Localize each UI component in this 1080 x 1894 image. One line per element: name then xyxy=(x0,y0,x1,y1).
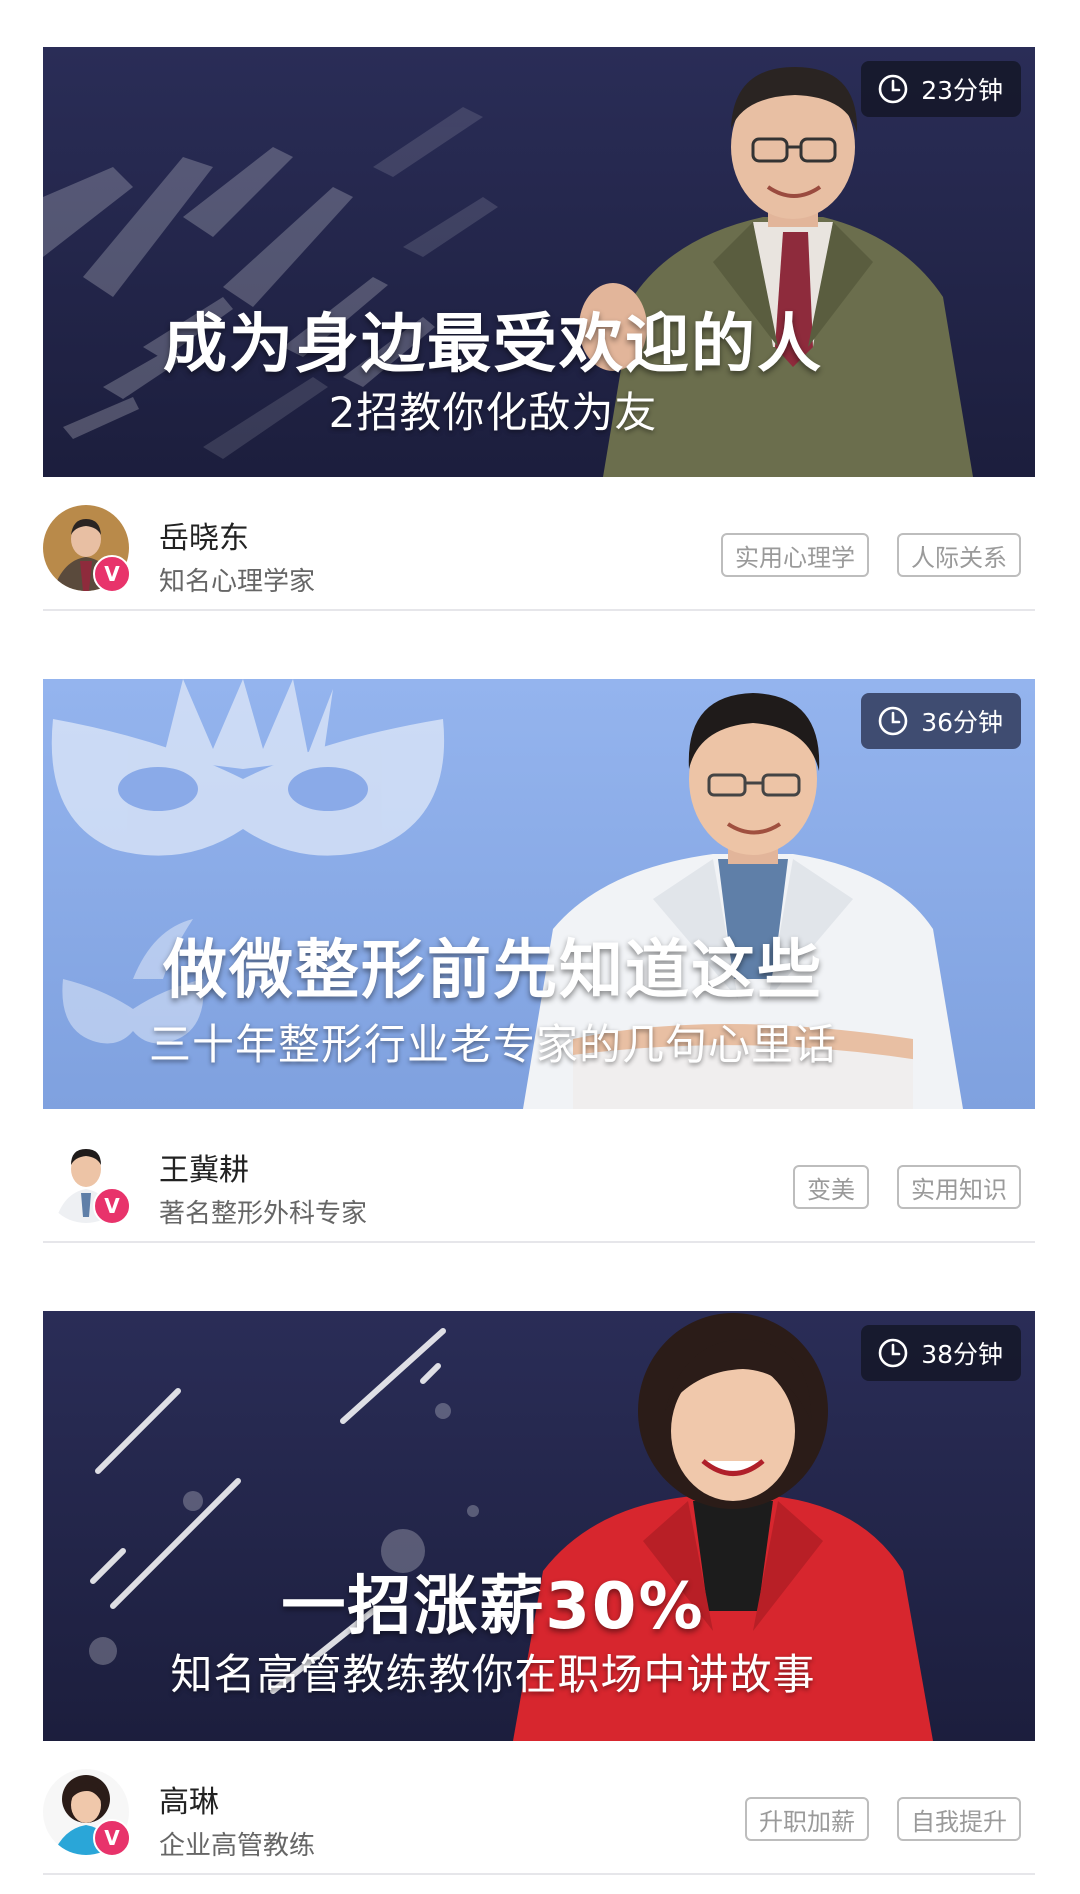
author-title: 著名整形外科专家 xyxy=(159,1199,368,1229)
tag-chip[interactable]: 升职加薪 xyxy=(745,1797,869,1841)
course-headline: 成为身边最受欢迎的人 xyxy=(163,308,823,382)
tag-chip[interactable]: 自我提升 xyxy=(897,1797,1021,1841)
author-avatar[interactable]: V xyxy=(43,1769,131,1857)
author-name[interactable]: 王冀耕 xyxy=(159,1145,249,1189)
course-headline: 一招涨薪30% xyxy=(281,1570,705,1644)
duration-text: 38分钟 xyxy=(921,1340,1003,1369)
tag-chip[interactable]: 实用心理学 xyxy=(721,533,869,577)
author-name[interactable]: 高琳 xyxy=(159,1777,219,1821)
duration-badge: 38分钟 xyxy=(861,1325,1021,1381)
author-name[interactable]: 岳晓东 xyxy=(159,513,249,557)
tag-list: 变美 实用知识 xyxy=(793,1165,1021,1209)
tag-chip[interactable]: 变美 xyxy=(793,1165,869,1209)
author-avatar[interactable]: V xyxy=(43,1137,131,1225)
author-row: V 高琳 企业高管教练 升职加薪 自我提升 xyxy=(43,1741,1035,1875)
course-banner[interactable]: 23分钟 成为身边最受欢迎的人 2招教你化敌为友 xyxy=(43,47,1035,477)
tag-list: 升职加薪 自我提升 xyxy=(745,1797,1021,1841)
course-card[interactable]: 23分钟 成为身边最受欢迎的人 2招教你化敌为友 V 岳晓东 知名心理学家 实用… xyxy=(43,47,1035,611)
duration-badge: 23分钟 xyxy=(861,61,1021,117)
clock-icon xyxy=(878,1338,908,1368)
duration-text: 36分钟 xyxy=(921,708,1003,737)
course-headline: 做微整形前先知道这些 xyxy=(163,934,823,1008)
tag-list: 实用心理学 人际关系 xyxy=(721,533,1021,577)
course-subline: 三十年整形行业老专家的几句心里话 xyxy=(148,1020,837,1069)
author-title: 企业高管教练 xyxy=(159,1831,316,1861)
course-banner[interactable]: 38分钟 一招涨薪30% 知名高管教练教你在职场中讲故事 xyxy=(43,1311,1035,1741)
course-card[interactable]: 36分钟 做微整形前先知道这些 三十年整形行业老专家的几句心里话 V 王冀耕 著… xyxy=(43,679,1035,1243)
verified-v-badge: V xyxy=(93,555,131,593)
duration-text: 23分钟 xyxy=(921,76,1003,105)
tag-chip[interactable]: 人际关系 xyxy=(897,533,1021,577)
author-row: V 岳晓东 知名心理学家 实用心理学 人际关系 xyxy=(43,477,1035,611)
author-title: 知名心理学家 xyxy=(159,567,316,597)
clock-icon xyxy=(878,74,908,104)
course-subline: 2招教你化敌为友 xyxy=(328,388,658,437)
course-card[interactable]: 38分钟 一招涨薪30% 知名高管教练教你在职场中讲故事 V 高琳 企业高管教练… xyxy=(43,1311,1035,1875)
course-feed: 23分钟 成为身边最受欢迎的人 2招教你化敌为友 V 岳晓东 知名心理学家 实用… xyxy=(0,0,1080,1894)
verified-v-badge: V xyxy=(93,1187,131,1225)
course-subline: 知名高管教练教你在职场中讲故事 xyxy=(170,1650,816,1699)
tag-chip[interactable]: 实用知识 xyxy=(897,1165,1021,1209)
duration-badge: 36分钟 xyxy=(861,693,1021,749)
verified-v-badge: V xyxy=(93,1819,131,1857)
clock-icon xyxy=(878,706,908,736)
author-row: V 王冀耕 著名整形外科专家 变美 实用知识 xyxy=(43,1109,1035,1243)
author-avatar[interactable]: V xyxy=(43,505,131,593)
course-banner[interactable]: 36分钟 做微整形前先知道这些 三十年整形行业老专家的几句心里话 xyxy=(43,679,1035,1109)
